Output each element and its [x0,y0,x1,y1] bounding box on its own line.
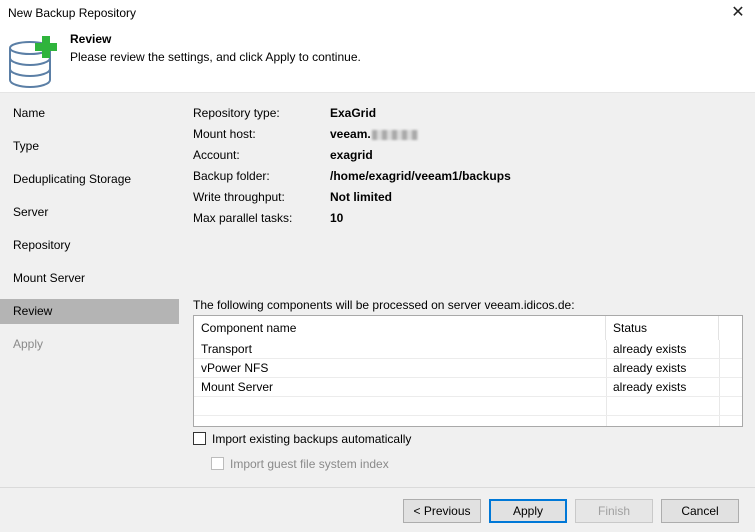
apply-button[interactable]: Apply [489,499,567,523]
summary-key: Backup folder: [193,169,270,183]
close-button[interactable]: ✕ [721,0,755,26]
components-table[interactable]: Component name Status Transport already … [193,315,743,427]
sidebar-item-deduplicating-storage[interactable]: Deduplicating Storage [0,167,179,192]
wizard-header: Review Please review the settings, and c… [0,26,755,93]
wizard-footer: < Previous Apply Finish Cancel [0,487,755,532]
summary-key: Repository type: [193,106,280,120]
summary-value: /home/exagrid/veeam1/backups [330,169,511,183]
import-backups-label[interactable]: Import existing backups automatically [212,432,411,446]
component-name-cell: vPower NFS [201,361,269,375]
import-backups-checkbox[interactable] [193,432,206,445]
component-name-cell: Transport [201,342,252,356]
summary-key: Write throughput: [193,190,285,204]
summary-value: 10 [330,211,344,225]
page-title: Review [70,32,112,46]
sidebar-item-apply: Apply [13,337,44,351]
component-name-cell: Mount Server [201,380,274,394]
summary-key: Account: [193,148,240,162]
summary-key: Max parallel tasks: [193,211,293,225]
import-index-checkbox [211,457,224,470]
column-header-status[interactable]: Status [606,316,719,340]
previous-button[interactable]: < Previous [403,499,481,523]
sidebar-item-repository[interactable]: Repository [0,233,179,258]
component-status-cell: already exists [613,361,687,375]
sidebar-item-server[interactable]: Server [0,200,179,225]
table-row[interactable]: vPower NFS already exists [194,359,742,378]
cancel-button[interactable]: Cancel [661,499,739,523]
summary-value-wrap: veeam. [330,127,418,141]
summary-key: Mount host: [193,127,256,141]
import-backups-option[interactable]: Import existing backups automatically [193,431,411,449]
sidebar-item-name[interactable]: Name [0,101,179,126]
page-subtitle: Please review the settings, and click Ap… [70,50,361,64]
close-icon: ✕ [731,4,745,21]
summary-value: exagrid [330,148,373,162]
empty-table-row [194,397,742,416]
summary-value: veeam. [330,127,371,141]
window-title: New Backup Repository [8,6,137,20]
components-caption: The following components will be process… [193,298,575,312]
summary-value: Not limited [330,190,392,204]
settings-summary: Repository type: ExaGrid Mount host: vee… [193,101,743,291]
table-row[interactable]: Transport already exists [194,340,742,359]
sidebar-item-type[interactable]: Type [0,134,179,159]
table-row[interactable]: Mount Server already exists [194,378,742,397]
redacted-hostname [371,129,418,140]
component-status-cell: already exists [613,342,687,356]
import-index-label: Import guest file system index [230,457,389,471]
title-bar: New Backup Repository ✕ [0,0,755,26]
import-index-option: Import guest file system index [211,456,389,474]
component-status-cell: already exists [613,380,687,394]
database-add-icon [9,36,57,88]
review-content: Repository type: ExaGrid Mount host: vee… [180,93,755,487]
column-header-component-name[interactable]: Component name [194,316,606,340]
finish-button: Finish [575,499,653,523]
sidebar-item-mount-server[interactable]: Mount Server [0,266,179,291]
sidebar-item-review[interactable]: Review [0,299,179,324]
summary-value: ExaGrid [330,106,377,120]
wizard-steps-sidebar: Name Type Deduplicating Storage Server R… [0,93,180,487]
